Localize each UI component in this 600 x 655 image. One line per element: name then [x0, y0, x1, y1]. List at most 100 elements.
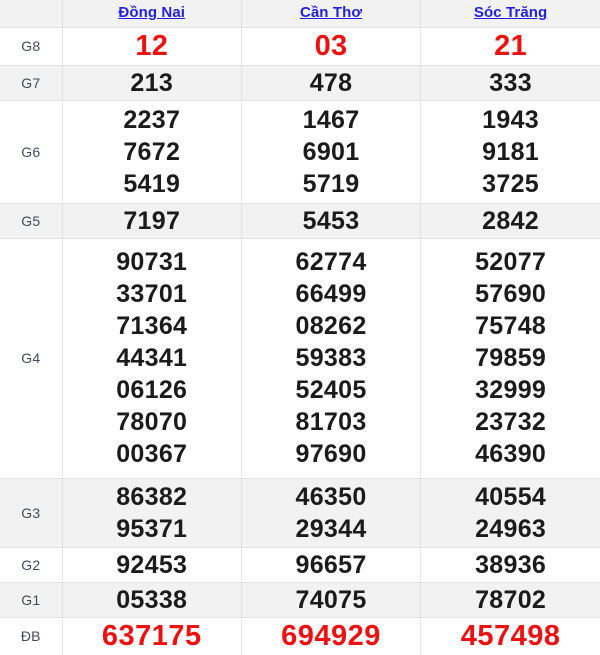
prize-label-g2: G2 [0, 546, 63, 583]
province-header-2: Sóc Trăng [420, 0, 600, 28]
number: 46390 [475, 440, 547, 469]
prize-label-g6: G6 [0, 99, 63, 204]
table-body: G8 12 03 21 G7 213 478 333 G6 2237 7672 … [0, 26, 600, 655]
prize-cell-g4-soc-trang: 52077 57690 75748 79859 32999 23732 4639… [420, 237, 600, 479]
prize-cell-g2-dong-nai: 92453 [61, 546, 242, 583]
number: 12 [135, 29, 169, 62]
number: 7197 [123, 206, 181, 235]
prize-cell-g7-can-tho: 478 [240, 64, 422, 101]
prize-cell-g1-can-tho: 74075 [240, 581, 422, 618]
prize-cell-g8-can-tho: 03 [240, 26, 422, 66]
prize-label-g8: G8 [0, 26, 63, 66]
prize-cell-g8-dong-nai: 12 [61, 26, 242, 66]
number: 78702 [475, 585, 547, 614]
number: 2237 [123, 105, 181, 134]
table-row-g3: G3 86382 95371 46350 29344 40554 24963 [0, 477, 600, 548]
number: 1943 [482, 105, 539, 134]
prize-cell-g6-can-tho: 1467 6901 5719 [240, 99, 422, 204]
prize-cell-g4-can-tho: 62774 66499 08262 59383 52405 81703 9769… [240, 237, 422, 479]
number: 5453 [302, 206, 360, 235]
number: 213 [130, 68, 174, 97]
number: 2842 [482, 206, 539, 235]
table-row-g1: G1 05338 74075 78702 [0, 581, 600, 618]
prize-cell-db-soc-trang: 457498 [420, 616, 600, 655]
number: 86382 [116, 482, 188, 511]
prize-label-db: ĐB [0, 616, 63, 655]
number: 06126 [116, 376, 188, 405]
table-row-db: ĐB 637175 694929 457498 [0, 616, 600, 655]
number: 75748 [475, 312, 547, 341]
prize-cell-g7-soc-trang: 333 [420, 64, 600, 101]
number: 52077 [475, 248, 547, 277]
prize-cell-g4-dong-nai: 90731 33701 71364 44341 06126 78070 0036… [61, 237, 242, 479]
number: 7672 [123, 137, 181, 166]
number: 333 [489, 68, 532, 97]
prize-cell-db-can-tho: 694929 [240, 616, 422, 655]
number: 29344 [295, 514, 367, 543]
number: 9181 [482, 137, 539, 166]
number: 74075 [295, 585, 367, 614]
prize-cell-g2-soc-trang: 38936 [420, 546, 600, 583]
table-row-g6: G6 2237 7672 5419 1467 6901 5719 1943 91… [0, 99, 600, 204]
number: 46350 [295, 482, 367, 511]
prize-cell-g3-dong-nai: 86382 95371 [61, 477, 242, 548]
number: 57690 [475, 280, 547, 309]
prize-cell-g3-can-tho: 46350 29344 [240, 477, 422, 548]
province-link-can-tho[interactable]: Cần Thơ [300, 4, 362, 21]
number: 694929 [281, 619, 381, 652]
prize-cell-g1-soc-trang: 78702 [420, 581, 600, 618]
prize-cell-g3-soc-trang: 40554 24963 [420, 477, 600, 548]
number: 6901 [302, 137, 360, 166]
number: 637175 [101, 619, 202, 652]
number: 03 [314, 29, 348, 62]
number: 96657 [295, 550, 367, 579]
prize-cell-g5-soc-trang: 2842 [420, 202, 600, 239]
prize-cell-g6-soc-trang: 1943 9181 3725 [420, 99, 600, 204]
prize-cell-g7-dong-nai: 213 [61, 64, 242, 101]
prize-label-g4: G4 [0, 237, 63, 479]
number: 3725 [482, 169, 539, 198]
number: 81703 [295, 408, 367, 437]
number: 90731 [116, 248, 188, 277]
number: 5419 [123, 169, 181, 198]
number: 478 [309, 68, 353, 97]
number: 457498 [460, 619, 561, 652]
number: 52405 [295, 376, 367, 405]
prize-label-g7: G7 [0, 64, 63, 101]
table-row-g4: G4 90731 33701 71364 44341 06126 78070 0… [0, 237, 600, 479]
number: 33701 [116, 280, 188, 309]
number: 79859 [475, 344, 547, 373]
number: 00367 [116, 440, 188, 469]
table-row-g2: G2 92453 96657 38936 [0, 546, 600, 583]
number: 23732 [475, 408, 547, 437]
prize-label-g3: G3 [0, 477, 63, 548]
number: 66499 [295, 280, 367, 309]
prize-cell-g6-dong-nai: 2237 7672 5419 [61, 99, 242, 204]
number: 38936 [475, 550, 547, 579]
prize-label-g1: G1 [0, 581, 63, 618]
table-row-g7: G7 213 478 333 [0, 64, 600, 101]
province-link-dong-nai[interactable]: Đồng Nai [118, 4, 185, 21]
number: 5719 [302, 169, 360, 198]
number: 08262 [295, 312, 367, 341]
number: 59383 [295, 344, 367, 373]
number: 95371 [116, 514, 188, 543]
number: 92453 [116, 550, 188, 579]
number: 71364 [116, 312, 188, 341]
prize-cell-g8-soc-trang: 21 [420, 26, 600, 66]
number: 24963 [475, 514, 547, 543]
prize-cell-g2-can-tho: 96657 [240, 546, 422, 583]
number: 21 [494, 29, 528, 62]
table-row-g5: G5 7197 5453 2842 [0, 202, 600, 239]
number: 78070 [116, 408, 188, 437]
number: 62774 [295, 248, 367, 277]
prize-cell-g5-can-tho: 5453 [240, 202, 422, 239]
prize-cell-db-dong-nai: 637175 [61, 616, 242, 655]
province-link-soc-trang[interactable]: Sóc Trăng [474, 4, 547, 21]
number: 44341 [116, 344, 188, 373]
prize-cell-g1-dong-nai: 05338 [61, 581, 242, 618]
province-header-1: Cần Thơ [240, 0, 422, 28]
prize-column-header [0, 0, 63, 28]
prize-cell-g5-dong-nai: 7197 [61, 202, 242, 239]
number: 05338 [116, 585, 188, 614]
